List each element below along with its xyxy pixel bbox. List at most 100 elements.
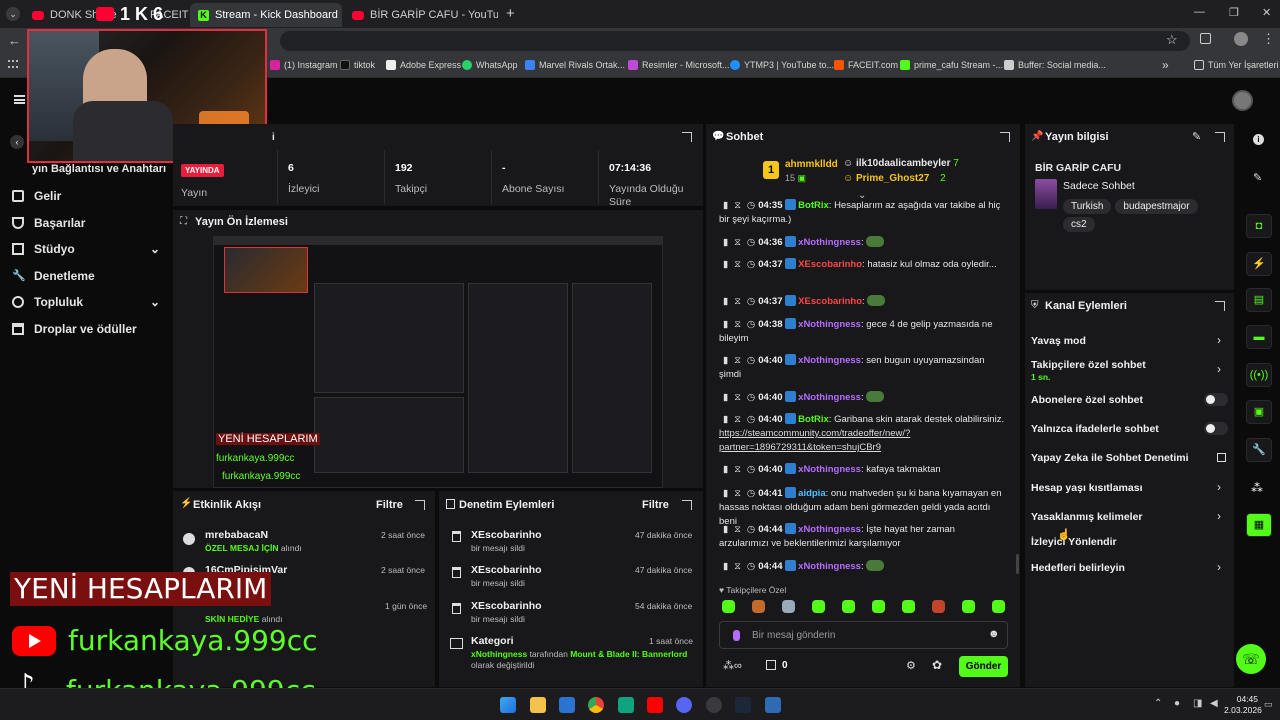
url-field[interactable] bbox=[280, 31, 1190, 51]
chat-scrollbar[interactable] bbox=[1016, 554, 1019, 574]
trash-icon[interactable]: ▮ bbox=[723, 355, 728, 366]
timeout-icon[interactable]: ⧖ bbox=[734, 296, 741, 307]
clock-icon[interactable]: ◷ bbox=[747, 414, 755, 425]
bookmark-faceit[interactable]: FACEIT.com bbox=[834, 60, 898, 70]
edit-icon[interactable]: ✎ bbox=[1192, 130, 1201, 143]
emote-icon[interactable] bbox=[752, 600, 765, 613]
timeout-icon[interactable]: ⧖ bbox=[734, 414, 741, 425]
community-points-icon[interactable]: ⁂∞ bbox=[723, 659, 742, 672]
emote-icon[interactable] bbox=[722, 600, 735, 613]
clock-icon[interactable]: ◷ bbox=[747, 488, 755, 499]
timeout-icon[interactable]: ⧖ bbox=[734, 524, 741, 535]
back-arrow-icon[interactable]: ← bbox=[8, 33, 21, 48]
emotes-only-toggle[interactable] bbox=[1204, 422, 1228, 435]
camera-icon[interactable]: ▣ bbox=[1246, 400, 1272, 424]
chat-input[interactable]: Bir mesaj gönderin ☻ bbox=[719, 621, 1008, 649]
info-icon[interactable]: i bbox=[1253, 134, 1264, 145]
nav-item-denetleme[interactable]: 🔧 Denetleme bbox=[12, 269, 95, 283]
trash-icon[interactable]: ▮ bbox=[723, 319, 728, 330]
emote-icon[interactable] bbox=[872, 600, 885, 613]
goals-row[interactable]: Hedefleri belirleyin bbox=[1031, 562, 1227, 574]
lightning-icon[interactable]: ⚡ bbox=[1246, 252, 1272, 276]
emote-icon[interactable] bbox=[902, 600, 915, 613]
trash-icon[interactable]: ▮ bbox=[723, 561, 728, 572]
menu-icon[interactable] bbox=[14, 95, 25, 104]
user-avatar[interactable] bbox=[1232, 90, 1253, 111]
subscribers-only-toggle[interactable] bbox=[1204, 393, 1228, 406]
bookmark-marvel[interactable]: Marvel Rivals Ortak... bbox=[525, 60, 625, 70]
popout-icon[interactable] bbox=[1215, 132, 1225, 142]
clock-icon[interactable]: ◷ bbox=[747, 392, 755, 403]
chat-link[interactable]: https://steamcommunity.com/tradeoffer/ne… bbox=[719, 428, 910, 453]
close-window-button[interactable]: ✕ bbox=[1262, 6, 1271, 19]
popout-icon[interactable] bbox=[682, 500, 692, 510]
bookmark-adobe[interactable]: Adobe Express bbox=[386, 60, 461, 70]
emote-icon[interactable] bbox=[842, 600, 855, 613]
nav-item-topluluk[interactable]: Topluluk ⌄ bbox=[12, 295, 160, 309]
trash-icon[interactable]: ▮ bbox=[723, 200, 728, 211]
banned-words-row[interactable]: Yasaklanmış kelimeler bbox=[1031, 511, 1227, 523]
bookmark-microsoft[interactable]: Resimler - Microsoft... bbox=[628, 60, 730, 70]
emoji-icon[interactable]: ☻ bbox=[988, 628, 1000, 640]
extensions-icon[interactable] bbox=[1200, 33, 1211, 44]
outlook-icon[interactable] bbox=[559, 697, 575, 713]
trash-icon[interactable]: ▮ bbox=[723, 259, 728, 270]
app-icon[interactable] bbox=[618, 697, 634, 713]
popout-icon[interactable] bbox=[415, 500, 425, 510]
broadcast-icon[interactable]: ((•)) bbox=[1246, 363, 1272, 387]
app-icon[interactable] bbox=[765, 697, 781, 713]
help-chat-button[interactable]: ☏ bbox=[1236, 644, 1266, 674]
trash-icon[interactable]: ▮ bbox=[723, 464, 728, 475]
timeout-icon[interactable]: ⧖ bbox=[734, 319, 741, 330]
trash-icon[interactable]: ▮ bbox=[723, 524, 728, 535]
microphone-icon[interactable]: ● bbox=[1174, 698, 1180, 709]
nav-item-studyo[interactable]: Stüdyo ⌄ bbox=[12, 242, 160, 256]
emote-icon[interactable] bbox=[812, 600, 825, 613]
emote-picker-icon[interactable]: ✿ bbox=[932, 658, 942, 672]
bookmark-whatsapp[interactable]: WhatsApp bbox=[462, 60, 518, 70]
clock-icon[interactable]: ◷ bbox=[747, 259, 755, 270]
community-icon[interactable]: ⁂ bbox=[1251, 481, 1263, 495]
emote-icon[interactable] bbox=[962, 600, 975, 613]
bookmark-buffer[interactable]: Buffer: Social media... bbox=[1004, 60, 1106, 70]
clock-icon[interactable]: ◷ bbox=[747, 464, 755, 475]
browser-menu-icon[interactable]: ⋮ bbox=[1262, 31, 1275, 47]
steam-icon[interactable] bbox=[735, 697, 751, 713]
timeout-icon[interactable]: ⧖ bbox=[734, 488, 741, 499]
bookmark-star-icon[interactable]: ☆ bbox=[1166, 32, 1178, 48]
clock-icon[interactable]: ◷ bbox=[747, 524, 755, 535]
emote-icon[interactable] bbox=[932, 600, 945, 613]
nav-stream-key[interactable]: yın Bağlantısı ve Anahtarı bbox=[32, 163, 166, 175]
popout-icon[interactable] bbox=[1000, 132, 1010, 142]
moderation-filter-button[interactable]: Filtre bbox=[642, 499, 669, 511]
document-icon[interactable]: ▤ bbox=[1246, 288, 1272, 312]
timeout-icon[interactable]: ⧖ bbox=[734, 392, 741, 403]
youtube-app-icon[interactable] bbox=[647, 697, 663, 713]
bookmark-instagram[interactable]: (1) Instagram bbox=[270, 60, 338, 70]
wrench-icon[interactable]: 🔧 bbox=[1246, 438, 1272, 462]
trash-icon[interactable]: ▮ bbox=[723, 296, 728, 307]
clip-icon[interactable]: ◘ bbox=[1246, 214, 1272, 238]
notification-icon[interactable]: ▭ bbox=[1264, 699, 1273, 710]
clock-icon[interactable]: ◷ bbox=[747, 296, 755, 307]
chrome-icon[interactable] bbox=[588, 697, 604, 713]
chat-settings-icon[interactable]: ⚙ bbox=[906, 659, 916, 672]
apps-grid-icon[interactable] bbox=[8, 60, 18, 70]
edit-icon[interactable]: ✎ bbox=[1253, 171, 1262, 184]
followers-only-row[interactable]: Takipçilere özel sohbet 1 sn. bbox=[1031, 359, 1227, 383]
timeout-icon[interactable]: ⧖ bbox=[734, 237, 741, 248]
emote-icon[interactable] bbox=[992, 600, 1005, 613]
nav-item-gelir[interactable]: Gelir bbox=[12, 189, 61, 203]
network-icon[interactable]: ◨ bbox=[1193, 698, 1202, 709]
file-explorer-icon[interactable] bbox=[530, 697, 546, 713]
clock-icon[interactable]: ◷ bbox=[747, 237, 755, 248]
game-icon[interactable]: ▦ bbox=[1246, 513, 1272, 537]
trash-icon[interactable]: ▮ bbox=[723, 392, 728, 403]
timeout-icon[interactable]: ⧖ bbox=[734, 259, 741, 270]
nav-item-droplar[interactable]: Droplar ve ödüller bbox=[12, 322, 137, 336]
tray-chevron-icon[interactable]: ⌃ bbox=[1154, 698, 1162, 709]
ai-moderation-row[interactable]: Yapay Zeka ile Sohbet Denetimi bbox=[1031, 452, 1227, 464]
windows-start-icon[interactable] bbox=[500, 697, 516, 713]
tab-youtube[interactable]: BİR GARİP CAFU - YouTube✕ bbox=[344, 3, 498, 27]
bookmark-kick[interactable]: prime_cafu Stream -... bbox=[900, 60, 1003, 70]
